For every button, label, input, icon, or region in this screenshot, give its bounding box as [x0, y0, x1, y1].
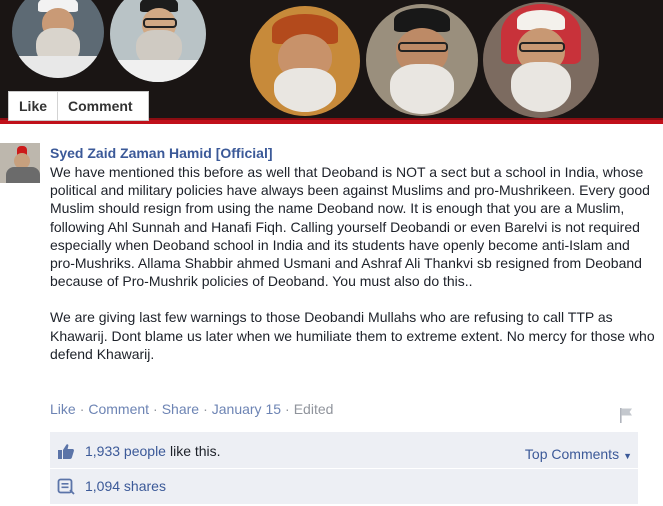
separator-dot: ·: [153, 401, 158, 417]
cover-photo: Like Comment: [0, 0, 663, 124]
author-name-link[interactable]: Syed Zaid Zaman Hamid [Official]: [50, 145, 273, 161]
likes-row: 1,933 people like this. Top Comments ▼: [50, 434, 638, 468]
separator-dot: ·: [285, 401, 290, 417]
like-link[interactable]: Like: [50, 401, 76, 417]
top-comments-dropdown[interactable]: Top Comments ▼: [525, 446, 632, 462]
edited-label[interactable]: Edited: [294, 401, 334, 417]
post-body: We have mentioned this before as well th…: [50, 163, 655, 363]
separator-dot: ·: [79, 401, 85, 417]
comment-link[interactable]: Comment: [88, 401, 149, 417]
post-feedback: 1,933 people like this. Top Comments ▼ 1,…: [50, 432, 638, 504]
share-icon: [57, 478, 75, 495]
flag-icon[interactable]: [617, 406, 635, 424]
post-paragraph-2: We are giving last few warnings to those…: [50, 309, 655, 362]
share-link[interactable]: Share: [162, 401, 199, 417]
thumbs-up-icon: [58, 444, 74, 459]
cover-like-button[interactable]: Like: [9, 92, 57, 120]
caret-down-icon: ▼: [623, 451, 632, 461]
post-actions: Like · Comment · Share · January 15 · Edited: [50, 401, 333, 417]
cover-portrait-3: [250, 6, 360, 116]
likes-suffix: like this.: [169, 443, 221, 459]
cover-portrait-4: [366, 4, 478, 116]
top-comments-label: Top Comments: [524, 446, 620, 462]
author-avatar[interactable]: [0, 143, 40, 183]
shares-row: 1,094 shares: [50, 468, 638, 503]
cover-comment-button[interactable]: Comment: [58, 92, 143, 120]
shares-count-link[interactable]: 1,094 shares: [85, 478, 166, 494]
cover-like-comment-bar: Like Comment: [8, 91, 149, 121]
post-paragraph-1: We have mentioned this before as well th…: [50, 164, 650, 290]
cover-portrait-5: [483, 2, 599, 118]
post-date[interactable]: January 15: [212, 401, 281, 417]
separator-dot: ·: [203, 401, 208, 417]
likes-count-link[interactable]: 1,933 people: [85, 443, 166, 459]
cover-portrait-1: [12, 0, 104, 78]
cover-portrait-2: [110, 0, 206, 82]
